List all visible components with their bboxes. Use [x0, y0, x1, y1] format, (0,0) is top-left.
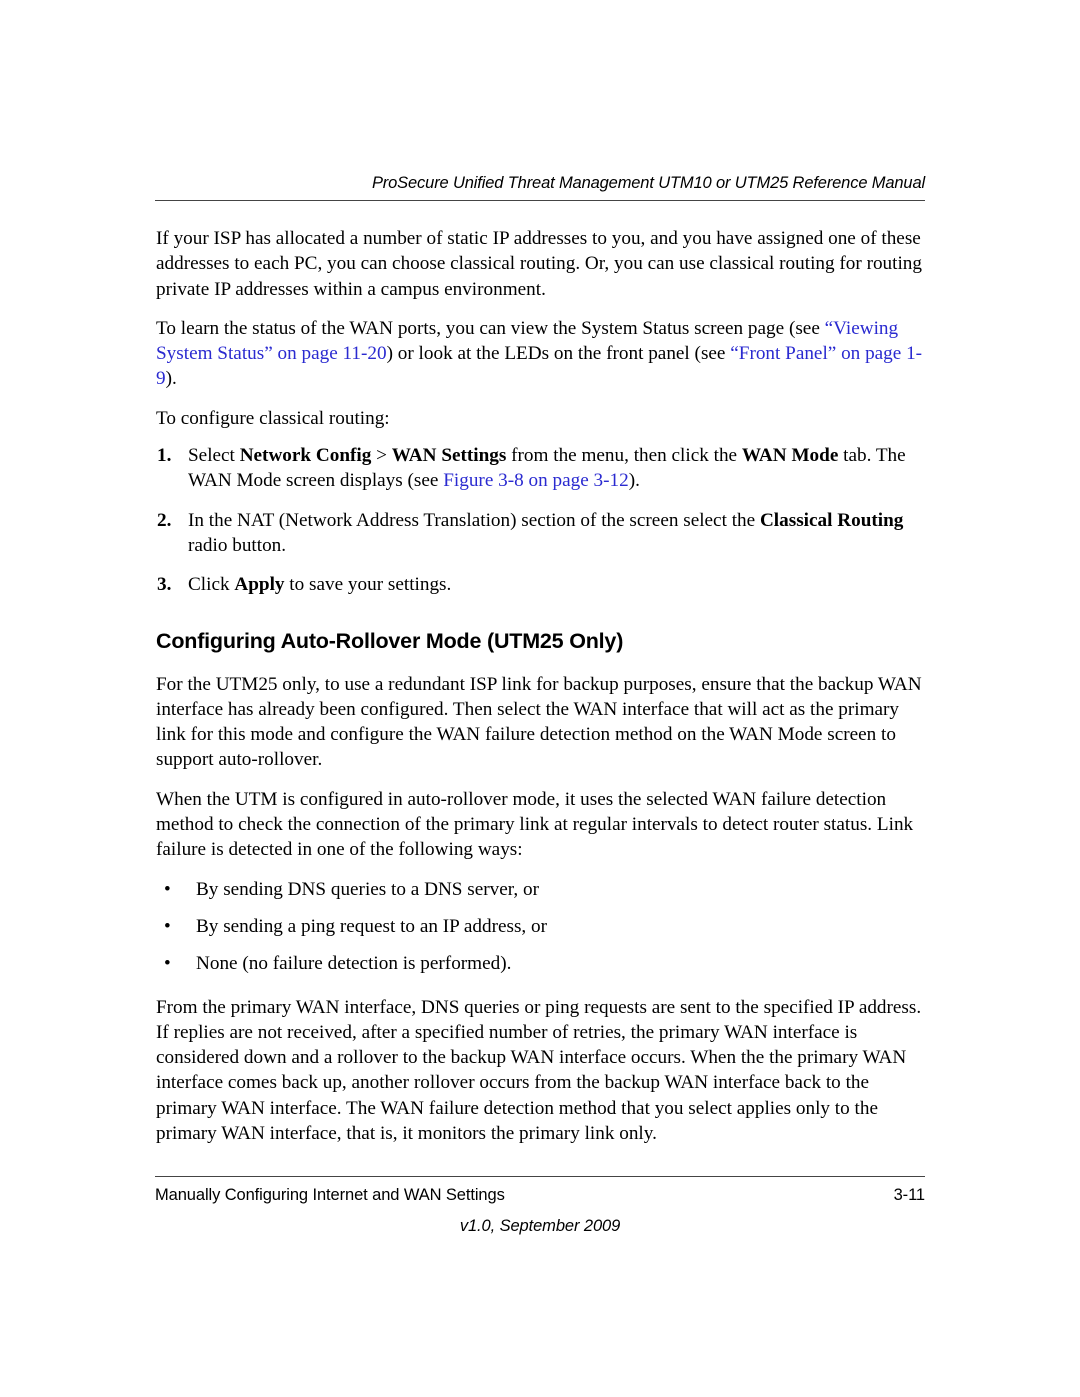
step-3-text-1: Click	[188, 574, 235, 596]
step-number-1: 1.	[157, 445, 172, 467]
paragraph-utm25-backup: For the UTM25 only, to use a redundant I…	[156, 673, 922, 771]
list-item: • By sending DNS queries to a DNS server,…	[156, 877, 926, 902]
step-3-bold-apply: Apply	[234, 574, 285, 596]
link-figure-3-8[interactable]: Figure 3-8 on page 3-12	[443, 470, 628, 491]
paragraph-wan-status-text-3: ).	[165, 368, 177, 390]
step-1-bold-network-config: Network Config	[239, 445, 372, 467]
step-3-text-2: to save your settings.	[284, 574, 452, 596]
step-1-text-3: from the menu, then click the	[506, 445, 742, 467]
page-header: ProSecure Unified Threat Management UTM1…	[155, 174, 925, 201]
bullet-text-ping-request: By sending a ping request to an IP addre…	[196, 915, 547, 937]
list-item: 1. Select Network Config > WAN Settings f…	[156, 443, 926, 494]
list-item: 2. In the NAT (Network Address Translatio…	[156, 508, 926, 559]
paragraph-failure-detection-intro: When the UTM is configured in auto-rollo…	[156, 788, 914, 861]
step-number-2: 2.	[157, 509, 172, 531]
paragraph-wan-status-text-1: To learn the status of the WAN ports, yo…	[156, 317, 825, 339]
page-title: Configuring Auto-Rollover Mode (UTM25 On…	[156, 628, 624, 653]
header-manual-title: ProSecure Unified Threat Management UTM1…	[371, 174, 925, 192]
list-item: 3. Click Apply to save your settings.	[156, 572, 926, 597]
list-item: • By sending a ping request to an IP addr…	[156, 914, 926, 939]
step-1-text-1: Select	[188, 445, 240, 467]
bullet-text-none: None (no failure detection is performed)…	[196, 953, 512, 975]
paragraph-wan-status-text-2: ) or look at the LEDs on the front panel…	[386, 343, 731, 365]
step-2-bold-classical-routing: Classical Routing	[759, 509, 904, 531]
footer-chapter-title: Manually Configuring Internet and WAN Se…	[155, 1186, 505, 1204]
step-2-text-1: In the NAT (Network Address Translation)…	[188, 509, 760, 531]
bullet-icon: •	[164, 915, 171, 937]
bullet-icon: •	[164, 878, 171, 900]
footer-row: Manually Configuring Internet and WAN Se…	[155, 1186, 925, 1205]
bullet-list-failure-detection: • By sending DNS queries to a DNS server,…	[156, 877, 926, 977]
step-1-bold-wan-settings: WAN Settings	[391, 445, 507, 467]
footer-divider	[155, 1176, 925, 1177]
bullet-text-dns-queries: By sending DNS queries to a DNS server, …	[196, 878, 539, 900]
page-footer: Manually Configuring Internet and WAN Se…	[155, 1176, 925, 1236]
bullet-icon: •	[164, 953, 171, 975]
footer-version: v1.0, September 2009	[459, 1217, 621, 1235]
step-2-text-2: radio button.	[188, 534, 287, 556]
step-1-text-2: >	[371, 445, 392, 467]
list-item: • None (no failure detection is performed…	[156, 951, 926, 976]
footer-page-number: 3-11	[893, 1186, 926, 1204]
step-1-bold-wan-mode: WAN Mode	[741, 445, 839, 467]
paragraph-rollover-behavior: From the primary WAN interface, DNS quer…	[156, 996, 922, 1145]
header-divider	[155, 200, 925, 201]
step-1-text-5: ).	[628, 470, 640, 492]
numbered-step-list: 1. Select Network Config > WAN Settings f…	[156, 443, 926, 597]
document-page: ProSecure Unified Threat Management UTM1…	[0, 0, 1080, 1397]
page-content: If your ISP has allocated a number of st…	[156, 226, 926, 1160]
lead-in-configure-classical-routing: To configure classical routing:	[156, 407, 390, 429]
step-number-3: 3.	[157, 574, 172, 596]
paragraph-wan-status: To learn the status of the WAN ports, yo…	[156, 316, 926, 392]
paragraph-classical-routing-intro: If your ISP has allocated a number of st…	[156, 228, 922, 300]
